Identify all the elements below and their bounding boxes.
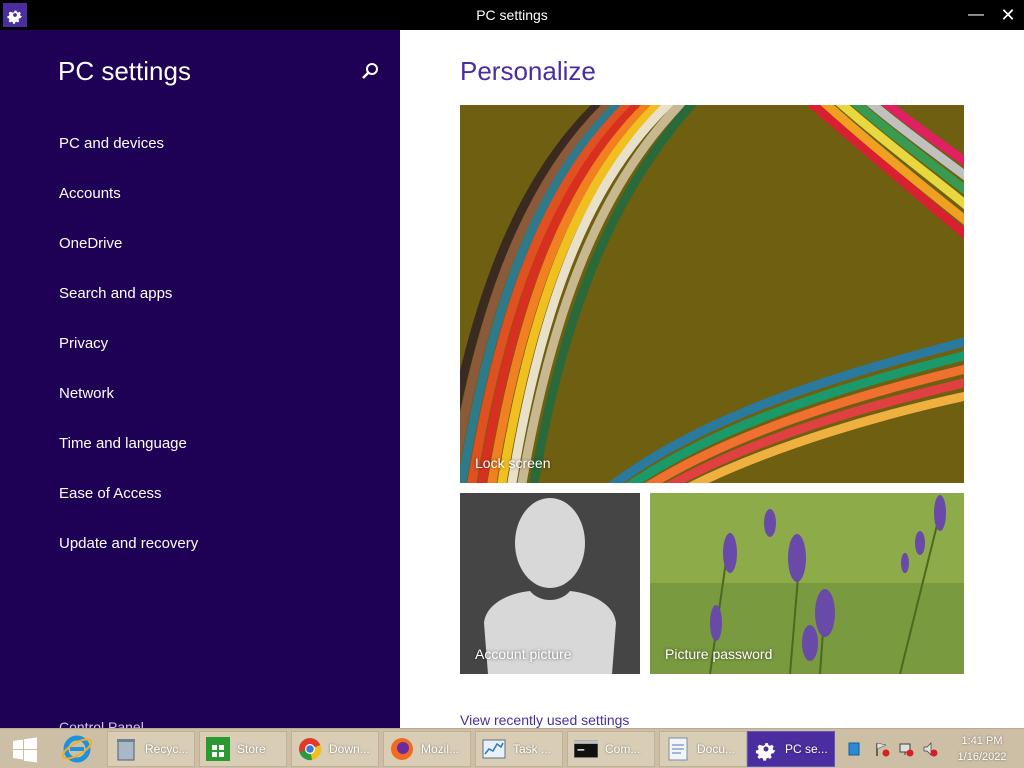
sidebar-title: PC settings bbox=[58, 56, 191, 86]
clock-date: 1/16/2022 bbox=[957, 751, 1007, 763]
taskbar-clock[interactable]: 1:41 PM 1/16/2022 bbox=[944, 733, 1020, 765]
taskbar-item-label: Recyc... bbox=[145, 742, 189, 756]
desktop-icon[interactable] bbox=[846, 741, 862, 757]
taskbar-item-store[interactable]: Store bbox=[199, 731, 287, 767]
store-icon bbox=[206, 737, 230, 761]
sidebar-item-time-and-language[interactable]: Time and language bbox=[59, 434, 198, 484]
taskbar-item-pc-settings[interactable]: PC se... bbox=[747, 731, 835, 767]
sidebar-item-privacy[interactable]: Privacy bbox=[59, 334, 198, 384]
sidebar-nav: PC and devices Accounts OneDrive Search … bbox=[59, 134, 198, 584]
account-picture-label: Account picture bbox=[475, 646, 572, 662]
windows-logo-icon bbox=[13, 737, 37, 763]
sidebar-item-onedrive[interactable]: OneDrive bbox=[59, 234, 198, 284]
internet-explorer-icon[interactable] bbox=[52, 732, 102, 766]
view-recent-settings-link[interactable]: View recently used settings bbox=[460, 712, 629, 728]
search-icon[interactable] bbox=[360, 60, 382, 82]
main-content: Personalize Lock screen Account picture … bbox=[400, 30, 1024, 728]
window-title: PC settings bbox=[476, 7, 548, 23]
taskbar-item-document[interactable]: Docu... bbox=[659, 731, 747, 767]
sidebar-item-network[interactable]: Network bbox=[59, 384, 198, 434]
sidebar-item-ease-of-access[interactable]: Ease of Access bbox=[59, 484, 198, 534]
gear-icon bbox=[754, 737, 778, 761]
sidebar-item-search-and-apps[interactable]: Search and apps bbox=[59, 284, 198, 334]
command-prompt-icon bbox=[574, 737, 598, 761]
taskbar-item-label: Down... bbox=[329, 742, 370, 756]
firefox-icon bbox=[390, 737, 414, 761]
sidebar-item-update-and-recovery[interactable]: Update and recovery bbox=[59, 534, 198, 584]
action-center-flag-icon[interactable] bbox=[874, 741, 890, 757]
minimize-button[interactable]: — bbox=[964, 4, 988, 26]
lock-screen-image bbox=[460, 105, 964, 483]
clock-time: 1:41 PM bbox=[961, 735, 1003, 747]
sidebar: PC settings PC and devices Accounts OneD… bbox=[0, 30, 400, 735]
volume-muted-icon[interactable] bbox=[922, 741, 938, 757]
lock-screen-label: Lock screen bbox=[475, 455, 551, 471]
network-icon[interactable] bbox=[898, 741, 914, 757]
sidebar-item-accounts[interactable]: Accounts bbox=[59, 184, 198, 234]
sidebar-item-pc-and-devices[interactable]: PC and devices bbox=[59, 134, 198, 184]
system-tray bbox=[840, 729, 940, 768]
start-button[interactable] bbox=[6, 735, 44, 765]
title-bar: PC settings — ✕ bbox=[0, 0, 1024, 30]
taskbar-item-label: Store bbox=[237, 742, 266, 756]
document-icon bbox=[666, 737, 690, 761]
picture-password-tile[interactable]: Picture password bbox=[650, 493, 964, 674]
recycle-bin-icon bbox=[114, 737, 138, 761]
taskbar-item-label: Task ... bbox=[513, 742, 552, 756]
page-title: Personalize bbox=[460, 56, 596, 86]
task-manager-icon bbox=[482, 737, 506, 761]
taskbar-item-label: Docu... bbox=[697, 742, 736, 756]
taskbar-item-task-manager[interactable]: Task ... bbox=[475, 731, 563, 767]
taskbar-item-label: PC se... bbox=[785, 742, 828, 756]
taskbar-item-recycle-bin[interactable]: Recyc... bbox=[107, 731, 195, 767]
picture-password-label: Picture password bbox=[665, 646, 773, 662]
chrome-icon bbox=[298, 737, 322, 761]
taskbar-item-label: Mozil... bbox=[421, 742, 460, 756]
close-button[interactable]: ✕ bbox=[996, 4, 1020, 26]
taskbar-item-label: Com... bbox=[605, 742, 641, 756]
taskbar-item-firefox[interactable]: Mozil... bbox=[383, 731, 471, 767]
lock-screen-tile[interactable]: Lock screen bbox=[460, 105, 964, 483]
taskbar-item-command-prompt[interactable]: Com... bbox=[567, 731, 655, 767]
taskbar-item-chrome[interactable]: Down... bbox=[291, 731, 379, 767]
account-picture-tile[interactable]: Account picture bbox=[460, 493, 640, 674]
taskbar: Recyc... Store Down... Mozil... Task ...… bbox=[0, 728, 1024, 768]
